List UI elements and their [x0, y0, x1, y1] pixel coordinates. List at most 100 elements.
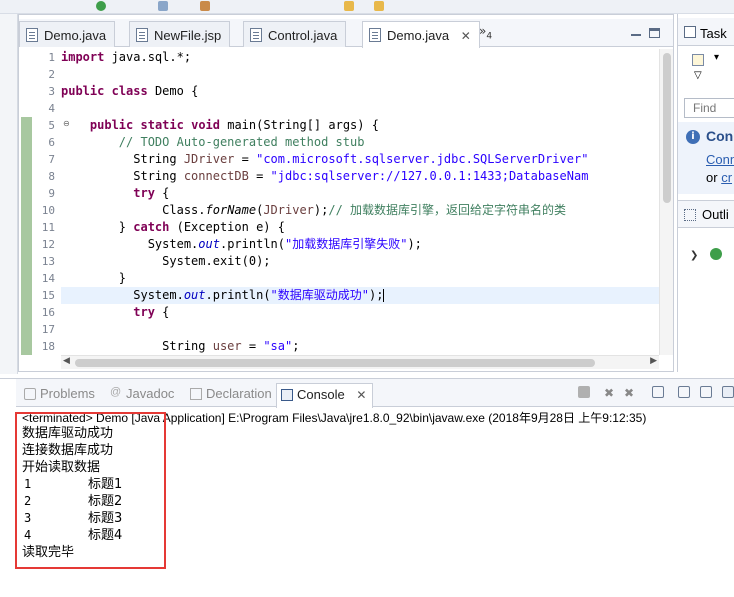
code-text: {	[154, 305, 170, 319]
remove-launch-icon[interactable]: ✖	[604, 386, 616, 400]
console-tabbar: Problems @ Javadoc Declaration Console ✕…	[16, 379, 734, 408]
connect-mylyn-panel: i Con Conn or cr	[678, 122, 734, 194]
line-number: 11	[41, 221, 55, 234]
code-line-5: public static void main(String[] args) {	[61, 117, 659, 134]
remove-all-icon[interactable]: ✖	[624, 386, 636, 400]
keyword: public	[89, 118, 134, 132]
view-menu-icon[interactable]: ▽	[694, 70, 702, 81]
tab-demo-java-active[interactable]: Demo.java ✕	[362, 21, 480, 48]
outline-icon	[684, 209, 696, 221]
code-line-1: import java.sql.*;	[61, 49, 659, 66]
new-task-icon[interactable]	[692, 54, 704, 66]
code-text: String	[133, 152, 184, 166]
keyword: class	[111, 84, 148, 98]
keyword: void	[191, 118, 220, 132]
static-field: out	[183, 288, 206, 302]
code-text: =	[234, 152, 257, 166]
outline-tab[interactable]: Outli	[678, 200, 734, 228]
scroll-thumb[interactable]	[663, 53, 671, 203]
create-link[interactable]: cr	[721, 170, 732, 185]
expand-arrow-icon[interactable]: ❯	[690, 250, 698, 261]
code-line-13: System.exit(0);	[61, 253, 659, 270]
text-caret	[383, 289, 385, 302]
code-editor: Demo.java NewFile.jsp Control.java Demo.…	[18, 14, 674, 372]
tab-label: Console	[297, 387, 345, 402]
code-text: =	[248, 169, 271, 183]
back-arrow-icon[interactable]	[344, 1, 354, 11]
java-file-icon	[369, 28, 381, 42]
minimize-icon[interactable]	[631, 34, 641, 36]
terminate-icon[interactable]	[578, 386, 590, 398]
word-wrap-icon[interactable]	[700, 386, 712, 398]
clear-console-icon[interactable]	[652, 386, 664, 398]
code-text: );	[369, 288, 384, 302]
code-line-18: String user = "sa";	[61, 338, 659, 355]
scroll-right-icon[interactable]: ▶	[650, 356, 657, 366]
variable: connectDB	[183, 169, 249, 183]
task-icon	[684, 26, 696, 38]
keyword: catch	[133, 220, 170, 234]
code-text: ;	[292, 339, 300, 353]
code-text: );	[313, 203, 329, 217]
code-text: Class.	[162, 203, 206, 217]
forward-arrow-icon[interactable]	[374, 1, 384, 11]
close-tab-icon[interactable]: ✕	[356, 388, 366, 402]
external-tools-icon[interactable]	[200, 1, 210, 11]
line-number: 3	[48, 85, 55, 98]
tab-declaration[interactable]: Declaration	[186, 383, 278, 407]
tab-console[interactable]: Console ✕	[276, 383, 374, 408]
tab-newfile-jsp[interactable]: NewFile.jsp	[129, 21, 231, 47]
dropdown-arrow-icon[interactable]: ▾	[714, 52, 719, 63]
tab-demo-java-1[interactable]: Demo.java	[19, 21, 116, 47]
editor-tabbar: Demo.java NewFile.jsp Control.java Demo.…	[19, 19, 673, 48]
string-literal: "加载数据库引擎失败"	[285, 237, 408, 251]
close-tab-icon[interactable]: ✕	[461, 29, 471, 43]
connect-link[interactable]: Conn	[706, 152, 734, 167]
code-line-9: try {	[61, 185, 659, 202]
run-icon[interactable]	[96, 1, 106, 11]
pin-console-icon[interactable]	[722, 386, 734, 398]
scroll-left-icon[interactable]: ◀	[63, 356, 70, 366]
editor-vertical-scrollbar[interactable]	[659, 49, 673, 355]
code-text: System.	[133, 288, 184, 302]
code-line-8: String connectDB = "jdbc:sqlserver://127…	[61, 168, 659, 185]
line-number: 13	[41, 255, 55, 268]
line-number-gutter: 1 2 3 4 5 6 7 8 9 10 11 12 13 14 15 16 17 18	[33, 49, 57, 355]
code-text: );	[407, 237, 422, 251]
console-icon	[281, 389, 293, 401]
code-text: }	[118, 220, 134, 234]
code-area[interactable]: 1 2 3 4 5 6 7 8 9 10 11 12 13 14 15 16 17 18 ⊖ import jav…	[19, 49, 673, 355]
scroll-thumb[interactable]	[75, 359, 595, 367]
tab-javadoc[interactable]: @ Javadoc	[106, 383, 180, 407]
declaration-icon	[190, 388, 202, 400]
maximize-icon[interactable]	[649, 28, 660, 38]
task-list-tab[interactable]: Task	[678, 18, 734, 46]
line-number: 18	[41, 340, 55, 353]
debug-icon[interactable]	[158, 1, 168, 11]
line-number: 15	[41, 289, 55, 302]
line-number: 5	[48, 119, 55, 132]
tab-label: Problems	[40, 386, 95, 401]
code-text: {	[154, 186, 170, 200]
string-literal: "jdbc:sqlserver://127.0.0.1:1433;Databas…	[270, 169, 589, 183]
line-number: 17	[41, 323, 55, 336]
right-side-panel: Task ▾ ▽ Find i Con Conn or cr Outli ❯	[677, 14, 734, 372]
change-marker-band	[21, 117, 32, 355]
tab-control-java[interactable]: Control.java	[243, 21, 347, 47]
line-number: 12	[41, 238, 55, 251]
code-line-11: } catch (Exception e) {	[61, 219, 659, 236]
code-comment: // TODO Auto-generated method stub	[118, 135, 365, 149]
find-input[interactable]: Find	[684, 98, 734, 118]
keyword: public	[61, 84, 105, 98]
line-number: 1	[48, 51, 55, 64]
tab-label: Outli	[702, 207, 729, 222]
code-text: String	[162, 339, 213, 353]
tab-problems[interactable]: Problems	[20, 383, 101, 407]
line-number: 2	[48, 68, 55, 81]
scroll-lock-icon[interactable]	[678, 386, 690, 398]
editor-horizontal-scrollbar[interactable]: ◀ ▶	[61, 355, 659, 369]
tab-overflow-button[interactable]: »4	[479, 24, 492, 41]
tab-label: Demo.java	[44, 28, 107, 43]
string-literal: "sa"	[263, 339, 293, 353]
